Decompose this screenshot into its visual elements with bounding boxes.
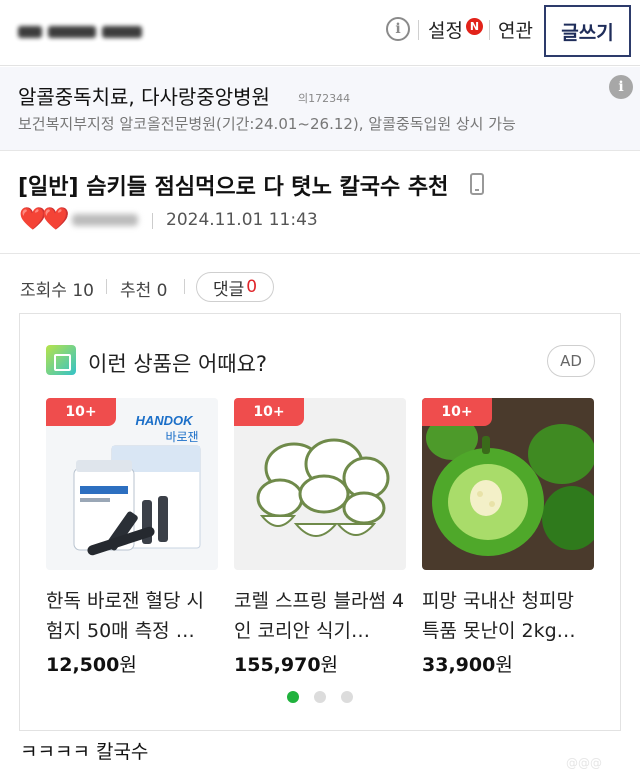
- author-nickname-blurred[interactable]: [72, 214, 138, 226]
- pagination-dot[interactable]: [341, 691, 353, 703]
- product-price: 33,900원: [422, 650, 594, 677]
- stats-divider: [184, 279, 185, 294]
- product-image-dish-set[interactable]: 10+: [234, 398, 406, 570]
- pagination-dot[interactable]: [314, 691, 326, 703]
- product-name[interactable]: 피망 국내산 청피망 특품 못난이 2kg…: [422, 586, 594, 646]
- info-icon[interactable]: i: [386, 17, 410, 41]
- hospital-ad-banner[interactable]: 알콜중독치료, 다사랑중앙병원 의172344 보건복지부지정 알코올전문병원(…: [0, 67, 640, 151]
- user-level-hearts: ❤️❤️: [19, 207, 70, 232]
- discount-badge: 10+: [46, 398, 116, 426]
- post-date: 2024.11.01 11:43: [166, 210, 318, 230]
- brand-logo-text: HANDOK: [135, 413, 194, 428]
- recommend-count: 추천 0: [120, 281, 168, 301]
- product-price: 155,970원: [234, 650, 406, 677]
- product-recommendation-ad: 이런 상품은 어때요? AD HANDOK 바로잰 10+ 한독 바로잰 혈당 …: [19, 313, 621, 731]
- product-price: 12,500원: [46, 650, 218, 677]
- ad-info-icon[interactable]: i: [609, 75, 633, 99]
- related-link[interactable]: 연관: [498, 16, 533, 43]
- price-amount: 12,500: [46, 654, 120, 676]
- nav-divider: [489, 20, 490, 40]
- post-title: [일반] 슴키들 점심먹으로 다 텻노 칼국수 추천: [18, 175, 449, 200]
- watermark: @@@: [566, 756, 602, 770]
- product-image-green-pepper[interactable]: 10+: [422, 398, 594, 570]
- settings-link[interactable]: 설정: [428, 16, 463, 43]
- price-unit: 원: [495, 654, 513, 676]
- comment-label: 댓글: [212, 279, 245, 300]
- comment-count: 0: [246, 277, 258, 297]
- comment-button[interactable]: 댓글 0: [196, 272, 274, 302]
- discount-badge: 10+: [234, 398, 304, 426]
- ad-heading: 이런 상품은 어때요?: [88, 352, 268, 376]
- site-logo-blurred[interactable]: [18, 18, 178, 44]
- product-name[interactable]: 한독 바로잰 혈당 시험지 50매 측정 …: [46, 586, 218, 646]
- hospital-ad-title[interactable]: 알콜중독치료, 다사랑중앙병원: [18, 81, 270, 110]
- mobile-phone-icon: [470, 173, 484, 195]
- top-nav-bar: i 설정 N 연관 글쓰기: [0, 0, 640, 66]
- price-amount: 155,970: [234, 654, 321, 676]
- section-divider: [0, 253, 640, 254]
- discount-badge: 10+: [422, 398, 492, 426]
- product-card[interactable]: HANDOK 바로잰 10+ 한독 바로잰 혈당 시험지 50매 측정 … 12…: [46, 398, 218, 677]
- meta-divider: [152, 213, 153, 229]
- ad-tag[interactable]: AD: [547, 345, 595, 377]
- post-body: ㅋㅋㅋㅋ 칼국수: [20, 741, 149, 763]
- product-image-glucose-strips[interactable]: HANDOK 바로잰 10+: [46, 398, 218, 570]
- price-amount: 33,900: [422, 654, 496, 676]
- new-badge: N: [466, 18, 483, 35]
- shopping-bag-icon: [46, 345, 76, 375]
- price-unit: 원: [320, 654, 339, 676]
- nav-divider: [418, 20, 419, 40]
- product-card[interactable]: 10+ 피망 국내산 청피망 특품 못난이 2kg… 33,900원: [422, 398, 594, 677]
- product-card[interactable]: 10+ 코렐 스프링 블라썸 4인 코리안 식기… 155,970원: [234, 398, 406, 677]
- view-count: 조회수 10: [20, 281, 94, 301]
- pagination-dot[interactable]: [287, 691, 299, 703]
- write-post-button[interactable]: 글쓰기: [544, 5, 631, 57]
- product-name[interactable]: 코렐 스프링 블라썸 4인 코리안 식기…: [234, 586, 406, 646]
- price-unit: 원: [119, 654, 137, 676]
- hospital-ad-code: 의172344: [298, 92, 351, 105]
- stats-divider: [106, 279, 107, 294]
- hospital-ad-subtitle: 보건복지부지정 알코올전문병원(기간:24.01~26.12), 알콜중독입원 …: [18, 115, 516, 133]
- brand-sub-text: 바로잰: [165, 430, 198, 444]
